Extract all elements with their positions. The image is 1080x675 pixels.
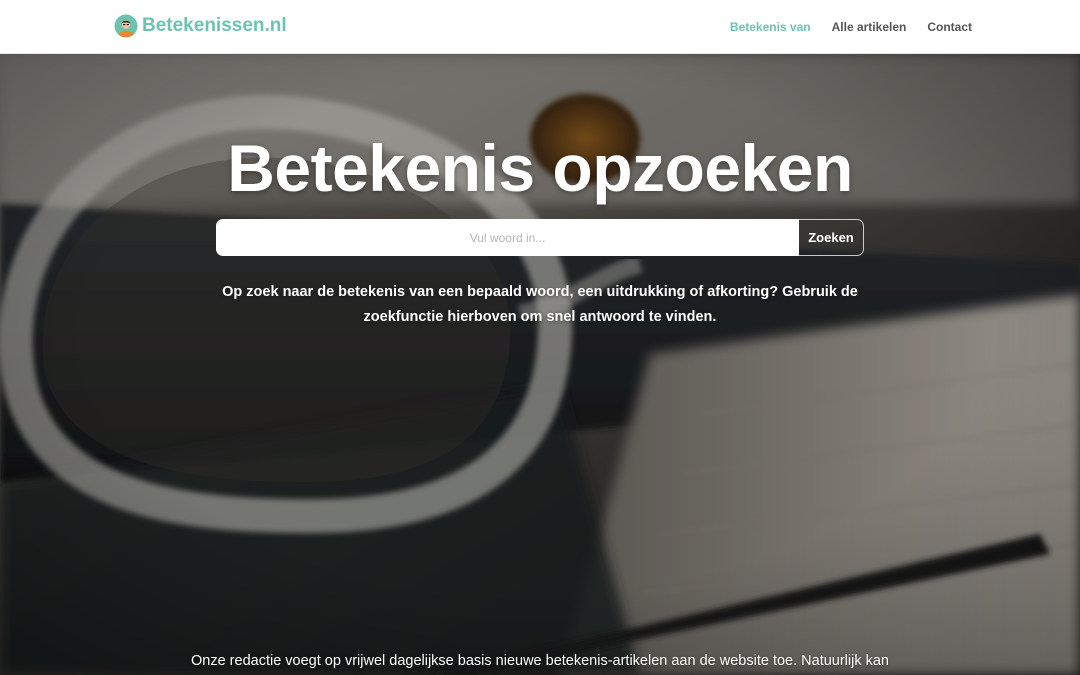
hero-section: Betekenis opzoeken Zoeken Op zoek naar d… — [0, 54, 1080, 675]
logo-text[interactable]: Betekenissen.nl — [142, 15, 287, 37]
search-form: Zoeken — [216, 219, 864, 256]
hero-intro-text: Op zoek naar de betekenis van een bepaal… — [222, 284, 858, 325]
site-logo[interactable]: Betekenissen.nl — [114, 14, 287, 38]
main-nav: Betekenis van Alle artikelen Contact — [730, 0, 972, 53]
hero-bottom-text: Onze redactie voegt op vrijwel dagelijks… — [191, 653, 889, 669]
nav-item-contact[interactable]: Contact — [927, 20, 972, 34]
nav-item-alle-artikelen[interactable]: Alle artikelen — [832, 20, 907, 34]
search-button[interactable]: Zoeken — [799, 219, 864, 256]
search-input[interactable] — [216, 219, 799, 256]
person-avatar-icon — [114, 14, 138, 38]
nav-item-betekenis-van[interactable]: Betekenis van — [730, 20, 811, 34]
page: Betekenissen.nl Betekenis van Alle artik… — [0, 0, 1080, 675]
site-header: Betekenissen.nl Betekenis van Alle artik… — [0, 0, 1080, 54]
page-title: Betekenis opzoeken — [227, 131, 853, 205]
